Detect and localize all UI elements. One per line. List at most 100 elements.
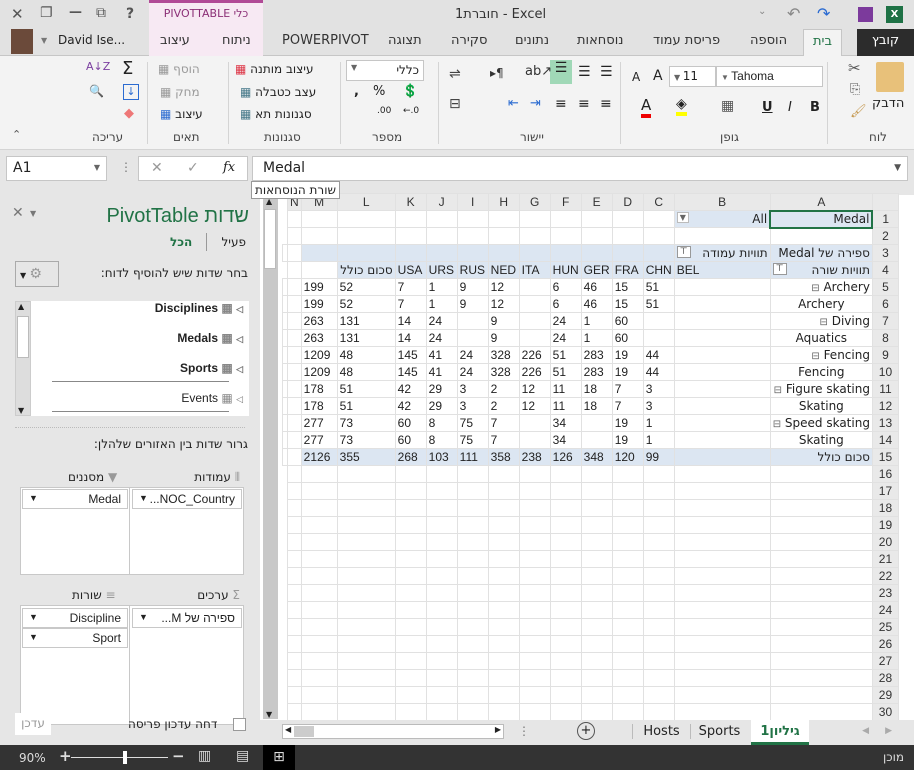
zoom-out-button[interactable]: −	[172, 747, 185, 765]
column-header[interactable]: C	[642, 193, 675, 211]
filter-field-medal[interactable]: Medal ▼	[22, 489, 128, 509]
cell[interactable]	[673, 363, 771, 381]
cell[interactable]	[611, 227, 644, 245]
cell[interactable]	[287, 601, 302, 619]
value-cell[interactable]: 7	[487, 431, 520, 449]
value-cell[interactable]: 1	[425, 278, 458, 296]
cell[interactable]	[642, 499, 675, 517]
value-cell[interactable]: 24	[549, 312, 582, 330]
value-cell[interactable]: 1	[425, 295, 458, 313]
cell[interactable]	[518, 686, 551, 704]
cell[interactable]	[769, 703, 873, 721]
value-cell[interactable]	[518, 295, 551, 313]
row-header[interactable]: 4	[871, 261, 899, 279]
value-cell[interactable]: 9	[456, 278, 489, 296]
column-header[interactable]: E	[580, 193, 613, 211]
tab-design[interactable]: עיצוב	[160, 33, 190, 48]
percent-icon[interactable]: %	[373, 84, 385, 99]
cell[interactable]	[394, 703, 427, 721]
cell[interactable]	[300, 465, 338, 483]
cell-filter-value[interactable]: All ▼	[673, 210, 771, 228]
value-cell[interactable]: 8	[425, 414, 458, 432]
delete-cells-button[interactable]: מחק ▦	[160, 85, 200, 99]
value-cell[interactable]: 11	[549, 380, 582, 398]
column-header[interactable]: K	[394, 193, 427, 211]
cell[interactable]	[611, 499, 644, 517]
column-header[interactable]: G	[518, 193, 551, 211]
value-cell[interactable]: 3	[456, 380, 489, 398]
value-cell[interactable]: 24	[425, 329, 458, 347]
cell[interactable]	[518, 465, 551, 483]
value-cell[interactable]	[456, 329, 489, 347]
row-header[interactable]: 30	[871, 703, 899, 721]
cell[interactable]	[580, 618, 613, 636]
cell[interactable]	[282, 295, 288, 313]
cell[interactable]	[673, 601, 771, 619]
grand-total-cell[interactable]: 268	[394, 448, 427, 466]
row-label-discipline[interactable]: Diving ⊟	[769, 312, 873, 330]
value-cell[interactable]: 131	[336, 312, 396, 330]
cell[interactable]	[487, 635, 520, 653]
value-cell[interactable]: 60	[394, 431, 427, 449]
value-cell[interactable]: 42	[394, 397, 427, 415]
scroll-down-icon[interactable]: ▼	[18, 406, 24, 415]
cell[interactable]	[518, 601, 551, 619]
value-cell[interactable]: 12	[487, 278, 520, 296]
cell[interactable]	[394, 499, 427, 517]
cell[interactable]	[611, 210, 644, 228]
value-cell[interactable]: 42	[394, 380, 427, 398]
align-left-icon[interactable]: ≡	[555, 96, 567, 112]
cell[interactable]	[549, 227, 582, 245]
shrink-font-icon[interactable]: A	[632, 70, 640, 84]
cell[interactable]	[673, 652, 771, 670]
underline-button[interactable]: U	[762, 100, 773, 115]
row-total-cell[interactable]: 263	[300, 329, 338, 347]
cell[interactable]	[611, 516, 644, 534]
value-cell[interactable]: 51	[336, 397, 396, 415]
cell[interactable]	[456, 669, 489, 687]
value-cell[interactable]: 60	[394, 414, 427, 432]
cell[interactable]	[487, 482, 520, 500]
country-header[interactable]: CHN	[642, 261, 675, 279]
cell[interactable]	[287, 329, 302, 347]
cell[interactable]	[642, 210, 675, 228]
cell[interactable]	[287, 295, 302, 313]
cell[interactable]	[611, 550, 644, 568]
cell[interactable]	[282, 346, 288, 364]
field-list-scrollbar[interactable]: ▲ ▼	[15, 301, 31, 416]
field-table-item[interactable]: ◁ ▦ Disciplines	[155, 301, 243, 315]
value-cell[interactable]: 283	[580, 346, 613, 364]
row-total-cell[interactable]: 263	[300, 312, 338, 330]
cell[interactable]	[282, 448, 288, 466]
cell[interactable]	[549, 550, 582, 568]
cell[interactable]	[394, 516, 427, 534]
cell[interactable]	[611, 669, 644, 687]
cell[interactable]	[518, 703, 551, 721]
row-label-sport[interactable]: Skating	[769, 397, 873, 415]
merge-center-icon[interactable]: ⊟	[449, 96, 461, 112]
row-header[interactable]: 14	[871, 431, 899, 449]
find-select-icon[interactable]: 🔍	[89, 84, 104, 98]
cell[interactable]	[580, 482, 613, 500]
paste-button[interactable]: הדבק	[872, 96, 904, 111]
scroll-up-icon[interactable]: ▲	[18, 302, 24, 311]
cell[interactable]	[487, 567, 520, 585]
cell[interactable]	[336, 567, 396, 585]
value-cell[interactable]: 3	[456, 397, 489, 415]
field-dropdown-icon[interactable]: ▼	[29, 493, 38, 503]
value-cell[interactable]: 29	[425, 397, 458, 415]
value-cell[interactable]: 14	[394, 329, 427, 347]
value-cell[interactable]	[518, 431, 551, 449]
cell[interactable]	[487, 465, 520, 483]
cell[interactable]	[673, 227, 771, 245]
value-cell[interactable]: 7	[394, 295, 427, 313]
cell[interactable]	[287, 482, 302, 500]
cell[interactable]	[518, 652, 551, 670]
value-cell[interactable]: 44	[642, 346, 675, 364]
cell[interactable]	[611, 618, 644, 636]
cell[interactable]	[282, 380, 288, 398]
country-header[interactable]: NED	[487, 261, 520, 279]
cell[interactable]	[580, 227, 613, 245]
undo-icon[interactable]: ↶	[787, 4, 800, 23]
cell[interactable]	[394, 584, 427, 602]
